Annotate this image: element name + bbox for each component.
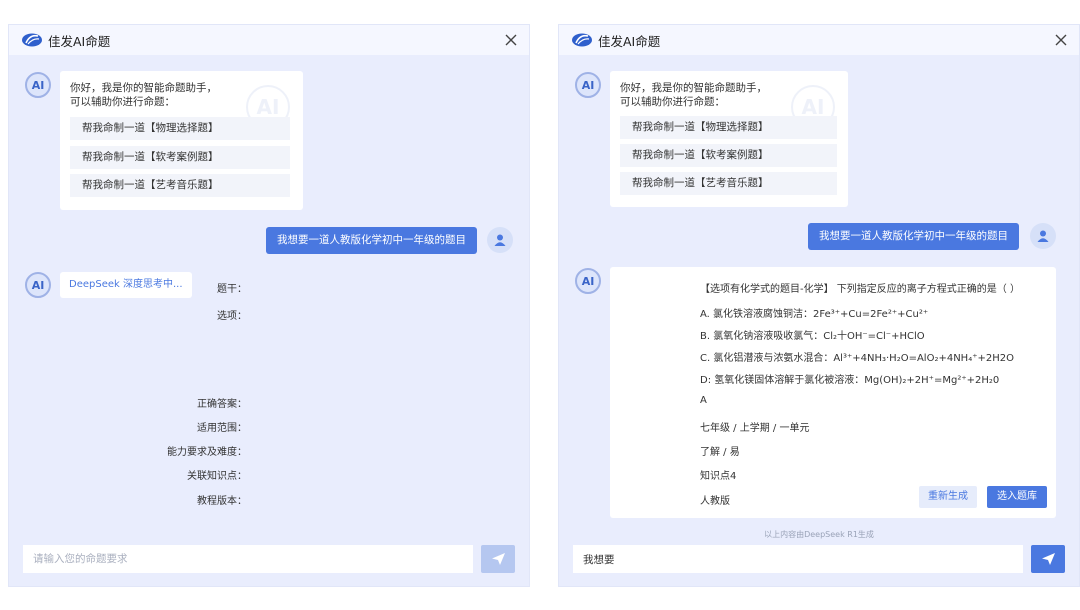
option-d: D: 氢氧化镁固体溶解于氯化被溶液：Mg(OH)₂+2H⁺=Mg²⁺+2H₂0	[700, 375, 1000, 386]
chat-panel-right: 佳发AI命题 AI AI 你好，我是你的智能命题助手， 可以辅助你进行命题： 帮…	[167, 24, 1080, 587]
correct-answer: A	[700, 395, 707, 406]
greeting-text: 你好，我是你的智能命题助手， 可以辅助你进行命题：	[70, 82, 217, 108]
ai-avatar: AI	[25, 272, 51, 298]
ai-avatar: AI	[25, 72, 51, 98]
question-stem: 【选项有化学式的题目-化学】 下列指定反应的离子方程式正确的是（ ）	[700, 284, 1020, 295]
suggestion-music[interactable]: 帮我命制一道【艺考音乐题】	[70, 174, 290, 197]
suggestion-softexam[interactable]: 帮我命制一道【软考案例题】	[70, 146, 290, 169]
thinking-status: DeepSeek 深度思考中...	[60, 272, 192, 298]
close-icon[interactable]	[503, 32, 519, 48]
jiafa-logo-icon	[22, 33, 42, 47]
app-title: 佳发AI命题	[48, 33, 111, 49]
level-value: 了解 / 易	[700, 447, 740, 458]
send-button[interactable]	[1031, 545, 1065, 573]
input-row	[573, 545, 1065, 573]
add-to-bank-button[interactable]: 选入题库	[987, 486, 1047, 508]
close-icon[interactable]	[1053, 32, 1069, 48]
edition-value: 人教版	[700, 496, 730, 507]
panel-header: 佳发AI命题	[9, 25, 529, 55]
regenerate-button[interactable]: 重新生成	[919, 486, 977, 508]
suggestion-softexam[interactable]: 帮我命制一道【软考案例题】	[620, 144, 837, 167]
suggestion-physics[interactable]: 帮我命制一道【物理选择题】	[620, 116, 837, 139]
option-b: B. 氯氧化钠溶液吸收氯气：Cl₂十OH⁻=Cl⁻+HClO	[700, 331, 925, 342]
input-row	[23, 545, 515, 573]
option-a: A. 氯化铁溶液腐蚀铜洁：2Fe³⁺+Cu=2Fe²⁺+Cu²⁺	[700, 309, 929, 320]
option-c: C. 氯化铝潜液与浓氨水混合：Al³⁺+4NH₃·H₂O=AlO₂+4NH₄⁺+…	[700, 353, 1014, 364]
prompt-input[interactable]	[23, 545, 473, 573]
greeting-bubble: AI 你好，我是你的智能命题助手， 可以辅助你进行命题： 帮我命制一道【物理选择…	[610, 71, 848, 207]
send-icon	[491, 553, 505, 565]
prompt-input[interactable]	[573, 545, 1023, 573]
chat-panel-left: 佳发AI命题 AI AI 你好，我是你的智能命题助手， 可以辅助你进行命题： 帮…	[8, 24, 530, 587]
greeting-bubble: AI 你好，我是你的智能命题助手， 可以辅助你进行命题： 帮我命制一道【物理选择…	[60, 71, 303, 210]
user-message: 我想要一道人教版化学初中一年级的题目	[808, 223, 1019, 250]
app-title: 佳发AI命题	[598, 33, 661, 49]
suggestion-physics[interactable]: 帮我命制一道【物理选择题】	[70, 117, 290, 140]
answer-card: 题干： 【选项有化学式的题目-化学】 下列指定反应的离子方程式正确的是（ ） 选…	[167, 267, 1056, 518]
send-icon	[1041, 553, 1055, 565]
send-button[interactable]	[481, 545, 515, 573]
ai-avatar: AI	[575, 72, 601, 98]
suggestion-music[interactable]: 帮我命制一道【艺考音乐题】	[620, 172, 837, 195]
user-avatar-icon	[1030, 223, 1056, 249]
panel-header: 佳发AI命题	[559, 25, 1079, 55]
ai-avatar: AI	[575, 268, 601, 294]
user-avatar-icon	[487, 227, 513, 253]
user-message: 我想要一道人教版化学初中一年级的题目	[266, 227, 477, 254]
jiafa-logo-icon	[572, 33, 592, 47]
greeting-text: 你好，我是你的智能命题助手， 可以辅助你进行命题：	[620, 82, 767, 108]
scope-value: 七年级 / 上学期 / 一单元	[700, 423, 810, 434]
generated-by-note: 以上内容由DeepSeek R1生成	[764, 530, 874, 539]
knowledge-value: 知识点4	[700, 471, 737, 482]
